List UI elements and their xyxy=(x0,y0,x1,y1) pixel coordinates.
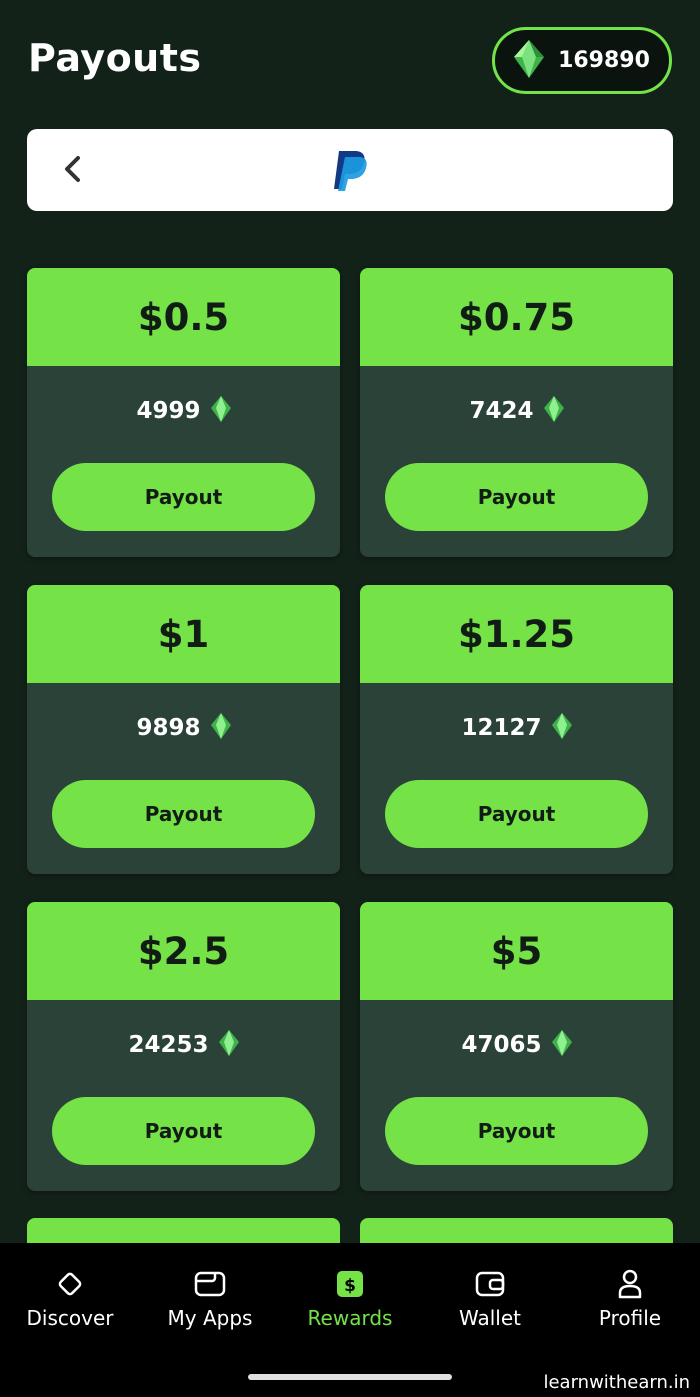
reward-amount: $1.25 xyxy=(457,612,576,656)
payout-button[interactable]: Payout xyxy=(385,463,648,531)
home-indicator[interactable] xyxy=(248,1374,452,1380)
gem-icon xyxy=(551,713,572,743)
reward-amount-band: $2.5 xyxy=(27,902,340,1000)
payout-button[interactable]: Payout xyxy=(385,780,648,848)
reward-card: $1.25 12127 Payout xyxy=(360,585,673,874)
reward-cost-value: 24253 xyxy=(128,1032,209,1058)
gem-icon xyxy=(551,1030,572,1060)
reward-card: $1 9898 Payout xyxy=(27,585,340,874)
reward-cost-value: 12127 xyxy=(461,715,542,741)
reward-amount: $0.75 xyxy=(457,295,576,339)
gem-balance-value: 169890 xyxy=(558,48,650,73)
reward-card: $0.5 4999 Payout xyxy=(27,268,340,557)
nav-label: Profile xyxy=(598,1306,662,1330)
diamond-icon xyxy=(54,1268,86,1300)
apps-folder-icon xyxy=(194,1268,226,1300)
top-bar: Payouts 169890 xyxy=(0,0,700,120)
nav-label: Rewards xyxy=(307,1306,393,1330)
reward-amount: $5 xyxy=(490,929,543,973)
reward-cost-value: 9898 xyxy=(136,715,201,741)
reward-card: $0.75 7424 Payout xyxy=(360,268,673,557)
reward-amount: $1 xyxy=(157,612,210,656)
gem-icon xyxy=(210,396,231,426)
payout-button[interactable]: Payout xyxy=(385,1097,648,1165)
reward-cost-value: 4999 xyxy=(136,398,201,424)
reward-amount-band: $0.5 xyxy=(27,268,340,366)
svg-text:$: $ xyxy=(344,1276,356,1296)
gem-icon xyxy=(514,39,545,82)
gem-balance-button[interactable]: 169890 xyxy=(492,27,672,94)
nav-my-apps[interactable]: My Apps xyxy=(140,1243,280,1343)
reward-amount-band: $1 xyxy=(27,585,340,683)
reward-amount-band: $1.25 xyxy=(360,585,673,683)
reward-cost: 47065 xyxy=(360,1030,673,1060)
reward-cost-value: 47065 xyxy=(461,1032,542,1058)
payout-button[interactable]: Payout xyxy=(52,1097,315,1165)
gem-icon xyxy=(210,713,231,743)
gem-icon xyxy=(218,1030,239,1060)
payout-button[interactable]: Payout xyxy=(52,780,315,848)
reward-card: $5 47065 Payout xyxy=(360,902,673,1191)
dollar-icon: $ xyxy=(334,1268,366,1300)
chevron-left-icon xyxy=(62,154,82,188)
reward-amount: $2.5 xyxy=(137,929,230,973)
nav-label: Wallet xyxy=(458,1306,521,1330)
reward-amount-band: $0.75 xyxy=(360,268,673,366)
reward-cost: 4999 xyxy=(27,396,340,426)
reward-cost: 12127 xyxy=(360,713,673,743)
gem-icon xyxy=(543,396,564,426)
nav-discover[interactable]: Discover xyxy=(0,1243,140,1343)
page-title: Payouts xyxy=(28,36,202,80)
nav-label: Discover xyxy=(26,1306,114,1330)
reward-card: $2.5 24253 Payout xyxy=(27,902,340,1191)
wallet-icon xyxy=(474,1268,506,1300)
reward-cost-value: 7424 xyxy=(469,398,534,424)
reward-amount: $0.5 xyxy=(137,295,230,339)
reward-cost: 9898 xyxy=(27,713,340,743)
reward-cost: 24253 xyxy=(27,1030,340,1060)
paypal-logo xyxy=(331,149,369,191)
nav-profile[interactable]: Profile xyxy=(560,1243,700,1343)
reward-amount-band: $5 xyxy=(360,902,673,1000)
back-button[interactable] xyxy=(54,149,90,193)
user-icon xyxy=(614,1268,646,1300)
watermark: learnwithearn.in xyxy=(543,1372,690,1393)
payout-button[interactable]: Payout xyxy=(52,463,315,531)
nav-rewards[interactable]: $ Rewards xyxy=(280,1243,420,1343)
nav-wallet[interactable]: Wallet xyxy=(420,1243,560,1343)
nav-label: My Apps xyxy=(167,1306,253,1330)
reward-cost: 7424 xyxy=(360,396,673,426)
